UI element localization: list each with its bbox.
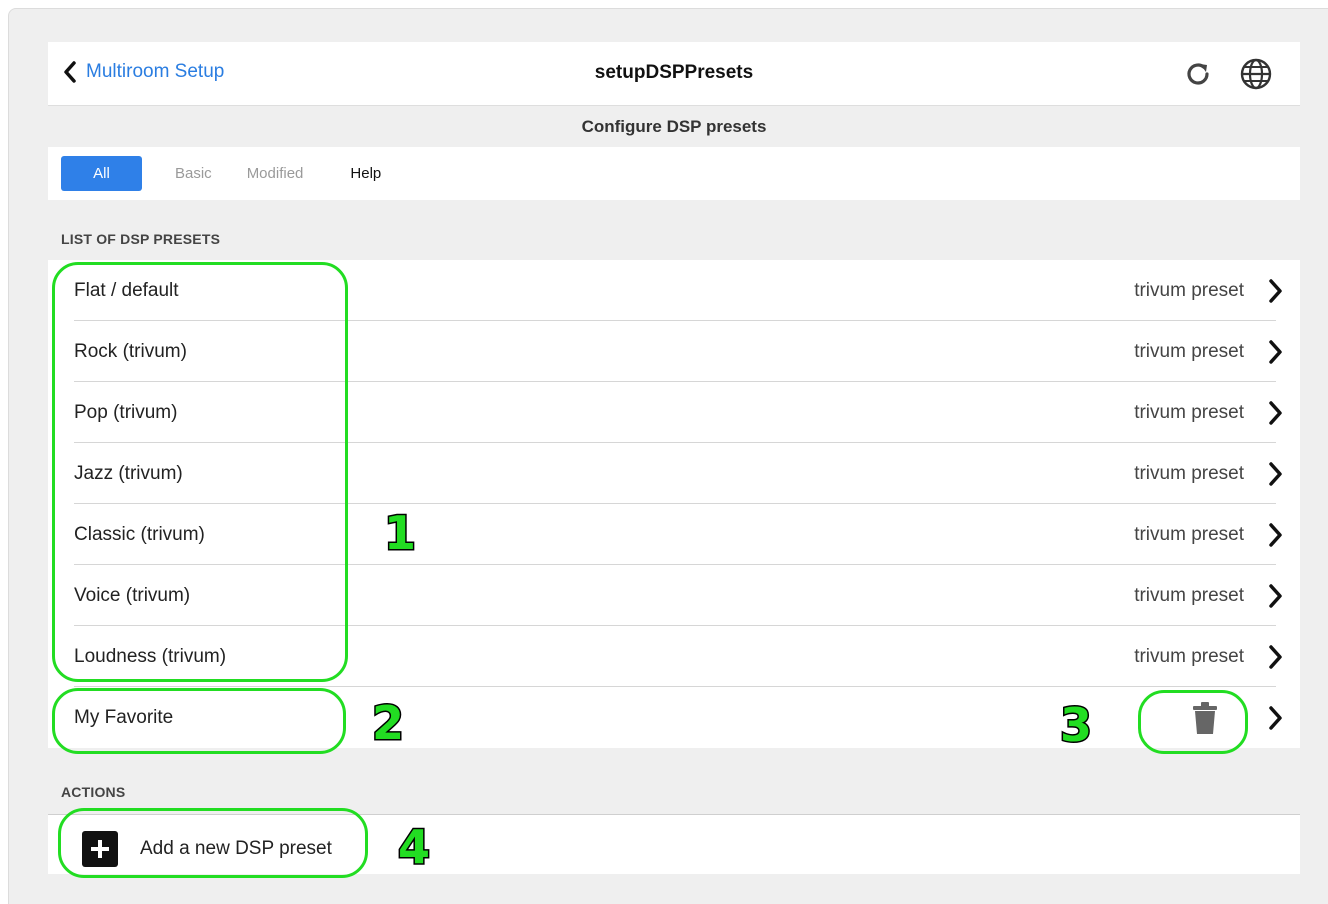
chevron-right-icon (1269, 523, 1282, 547)
chevron-right-icon (1269, 584, 1282, 608)
tab-basic[interactable]: Basic (158, 156, 229, 191)
page-title: setupDSPPresets (594, 62, 754, 83)
chevron-right-icon (1269, 279, 1282, 303)
preset-tag: trivum preset (1134, 645, 1244, 667)
tab-modified[interactable]: Modified (230, 156, 321, 191)
chevron-right-icon (1269, 340, 1282, 364)
preset-tag: trivum preset (1134, 401, 1244, 423)
preset-tag: trivum preset (1134, 279, 1244, 301)
preset-tag: trivum preset (1134, 462, 1244, 484)
highlight-custom-preset (52, 688, 346, 754)
highlight-delete-button (1138, 690, 1248, 754)
annotation-number: 4 (396, 819, 431, 876)
list-section-label: LIST OF DSP PRESETS (61, 231, 221, 247)
chevron-right-icon (1269, 401, 1282, 425)
annotation-number: 1 (382, 505, 417, 562)
highlight-builtin-presets (52, 262, 348, 682)
preset-tag: trivum preset (1134, 523, 1244, 545)
navigation-bar: Multiroom Setup setupDSPPresets (48, 42, 1300, 106)
chevron-right-icon (1269, 706, 1282, 730)
preset-tag: trivum preset (1134, 584, 1244, 606)
chevron-right-icon (1269, 462, 1282, 486)
actions-section-label: ACTIONS (61, 784, 126, 800)
chevron-right-icon (1269, 645, 1282, 669)
annotation-number: 3 (1058, 697, 1093, 754)
tab-help[interactable]: Help (333, 156, 398, 191)
tab-all[interactable]: All (61, 156, 142, 191)
highlight-add-action (58, 808, 368, 878)
filter-tabs: All Basic Modified Help (48, 147, 1300, 200)
refresh-icon[interactable] (1180, 56, 1216, 92)
globe-icon[interactable] (1238, 56, 1274, 92)
annotation-number: 2 (370, 695, 405, 752)
preset-tag: trivum preset (1134, 340, 1244, 362)
page-subtitle: Configure DSP presets (48, 107, 1300, 147)
